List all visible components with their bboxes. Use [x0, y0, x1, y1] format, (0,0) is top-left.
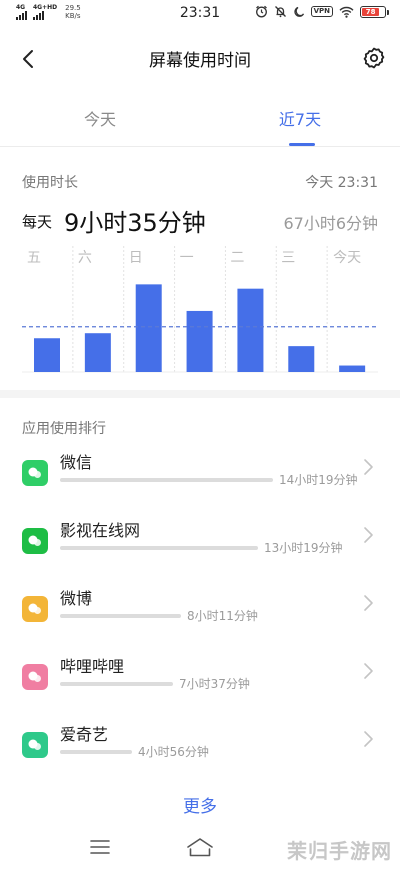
home-icon[interactable] — [186, 837, 214, 857]
app-row[interactable]: 爱奇艺 4小时56分钟 — [0, 718, 400, 778]
daily-average-value: 9小时35分钟 — [64, 209, 206, 237]
weekly-usage-chart-svg: 五 六 日 一 二 三 今天 — [22, 246, 378, 373]
total-usage-value: 67小时6分钟 — [283, 214, 378, 233]
wifi-icon — [339, 6, 354, 18]
app-duration: 7小时37分钟 — [179, 677, 250, 691]
app-usage-bar — [60, 478, 273, 482]
chart-bar[interactable] — [288, 346, 315, 372]
chart-day-label: 六 — [78, 250, 92, 266]
daily-prefix: 每天 — [22, 213, 53, 231]
chart-bar[interactable] — [135, 284, 162, 372]
app-name: 哔哩哔哩 — [60, 657, 125, 676]
chevron-right-icon — [364, 459, 373, 475]
iqiyi-icon — [22, 732, 48, 758]
app-usage-bar — [60, 750, 132, 754]
moon-icon — [293, 6, 304, 17]
watermark: 茉归手游网 — [287, 839, 392, 863]
battery-icon: 78 — [360, 5, 389, 18]
ranking-title: 应用使用排行 — [22, 421, 106, 437]
weekly-usage-chart: 五 六 日 一 二 三 今天 — [22, 246, 378, 374]
app-name: 影视在线网 — [60, 521, 141, 540]
app-name: 微博 — [60, 589, 93, 608]
app-name: 爱奇艺 — [60, 725, 109, 744]
weibo-icon — [22, 596, 48, 622]
app-row[interactable]: 微信 14小时19分钟 — [0, 446, 400, 506]
chevron-right-icon — [364, 595, 373, 611]
more-button[interactable]: 更多 — [0, 792, 400, 817]
chart-bar[interactable] — [339, 365, 366, 372]
app-name: 微信 — [60, 453, 93, 472]
section-separator — [0, 390, 400, 398]
usage-label: 使用时长 — [22, 175, 78, 191]
app-row[interactable]: 影视在线网 13小时19分钟 — [0, 514, 400, 574]
app-usage-bar — [60, 682, 173, 686]
chart-bar[interactable] — [84, 333, 111, 372]
chart-bar[interactable] — [34, 338, 60, 372]
app-duration: 8小时11分钟 — [187, 609, 258, 623]
tab-today[interactable]: 今天 — [0, 106, 200, 130]
tab-last-7-days[interactable]: 近7天 — [200, 106, 400, 130]
page-title: 屏幕使用时间 — [149, 51, 251, 71]
usage-timestamp: 今天 23:31 — [305, 175, 378, 191]
app-usage-bar — [60, 546, 258, 550]
chevron-right-icon — [364, 663, 373, 679]
alarm-icon — [255, 5, 267, 18]
app-duration: 14小时19分钟 — [279, 473, 358, 487]
chart-day-label: 日 — [129, 250, 143, 266]
app-usage-bar — [60, 614, 181, 618]
battery-level: 78 — [362, 7, 380, 16]
chart-day-label: 今天 — [333, 250, 361, 266]
chart-bar[interactable] — [237, 288, 264, 372]
period-tabs: 今天 近7天 — [0, 102, 400, 148]
app-duration: 4小时56分钟 — [138, 745, 209, 759]
app-header: 屏幕使用时间 — [0, 40, 400, 78]
app-duration: 13小时19分钟 — [264, 541, 343, 555]
mute-bell-icon — [274, 6, 286, 18]
video-app-icon — [22, 528, 48, 554]
chevron-right-icon — [364, 731, 373, 747]
status-right: VPN 78 — [255, 5, 389, 18]
settings-button[interactable] — [362, 46, 386, 70]
chart-day-label: 五 — [27, 250, 41, 266]
chart-day-label: 三 — [281, 250, 295, 266]
chevron-right-icon — [364, 527, 373, 543]
status-bar: 4G 4G+HD 29.5 KB/s 23:31 VPN 78 — [0, 0, 400, 28]
vpn-badge: VPN — [310, 6, 333, 17]
menu-icon[interactable] — [90, 839, 110, 855]
wechat-icon — [22, 460, 48, 486]
chart-day-label: 一 — [180, 250, 194, 266]
chart-day-label: 二 — [230, 250, 244, 266]
tab-divider — [0, 146, 400, 147]
gear-icon — [363, 47, 385, 69]
chart-bar[interactable] — [186, 310, 213, 372]
bilibili-icon — [22, 664, 48, 690]
app-row[interactable]: 哔哩哔哩 7小时37分钟 — [0, 650, 400, 710]
app-row[interactable]: 微博 8小时11分钟 — [0, 582, 400, 642]
